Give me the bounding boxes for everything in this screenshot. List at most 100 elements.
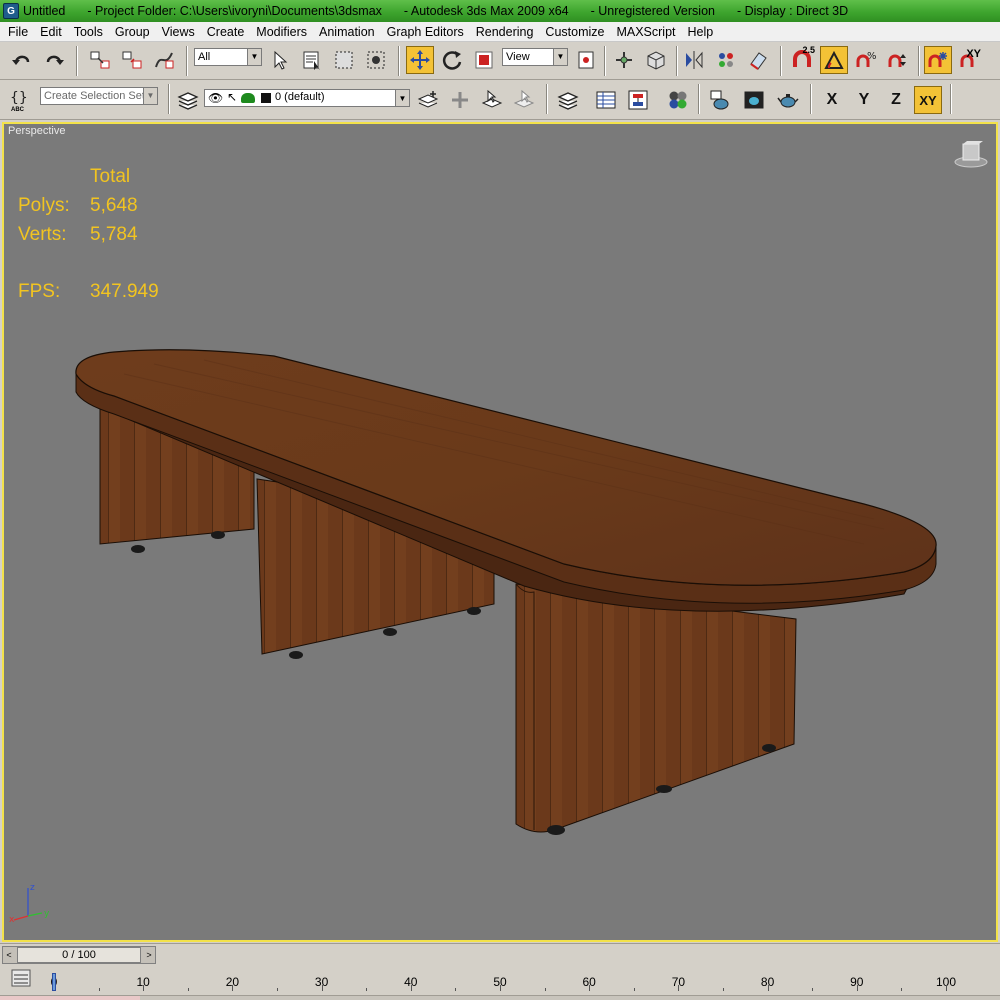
restrict-to-xy-plane-button[interactable]: XY [914,86,942,114]
axis-constraint-xy-button[interactable]: XY [956,46,984,74]
open-mini-curve-editor-button[interactable] [6,967,36,989]
angle-snap-toggle-button[interactable] [820,46,848,74]
mirror-icon [686,51,703,69]
restrict-to-y-button[interactable]: Y [850,86,878,114]
keyboard-shortcut-toggle-button[interactable] [642,46,670,74]
menu-customize[interactable]: Customize [539,25,610,39]
3dsmax-app-icon[interactable]: G [3,3,19,19]
align-button[interactable] [712,46,740,74]
rendered-frame-window-button[interactable] [740,86,768,114]
manage-layers-button[interactable] [554,86,582,114]
selection-filter-dropdown[interactable]: All ▼ [194,48,262,66]
svg-text:{}: {} [10,90,28,106]
percent-snap-toggle-button[interactable]: % [852,46,880,74]
select-and-manipulate-button[interactable] [610,46,638,74]
viewport-statistics: Total Polys: 5,648 Verts: 5,784 FPS: 347… [18,162,218,312]
previous-frame-arrow-icon[interactable]: < [3,947,15,963]
axis-constraint-label: XY [966,48,981,60]
spreadsheet-icon [596,91,616,109]
select-objects-in-layer-button[interactable] [478,86,506,114]
menu-maxscript[interactable]: MAXScript [610,25,681,39]
display-driver-title: - Display : Direct 3D [736,4,849,18]
bind-to-space-warp-button[interactable] [150,46,178,74]
current-frame-marker[interactable] [52,973,56,991]
menu-file[interactable]: File [0,25,34,39]
cursor-arrow-icon [274,50,288,70]
menu-graph-editors[interactable]: Graph Editors [381,25,470,39]
menu-bar: File Edit Tools Group Views Create Modif… [0,22,1000,42]
menu-group[interactable]: Group [109,25,156,39]
reference-coordinate-value: View [506,51,530,63]
spinner-snap-icon [888,54,906,67]
menu-edit[interactable]: Edit [34,25,68,39]
select-and-move-button[interactable] [406,46,434,74]
timeline-tick [544,988,546,991]
material-editor-button[interactable] [664,86,692,114]
chevron-down-icon: ▼ [553,49,567,65]
named-selection-set-dropdown[interactable]: Create Selection Set ▼ [40,87,158,105]
maxscript-listener-strip[interactable] [0,996,140,1000]
layer-dropdown[interactable]: 👁 ↖ 0 (default) ▼ [204,89,410,107]
select-and-scale-button[interactable] [470,46,498,74]
spinner-snap-toggle-button[interactable] [884,46,912,74]
reference-coordinate-dropdown[interactable]: View ▼ [502,48,568,66]
named-selection-sets-button[interactable]: {} ABC [6,86,34,114]
viewcube-home-icon[interactable] [954,140,988,168]
timeline-tick [633,988,635,991]
angle-snap-icon [824,50,844,69]
redo-button[interactable] [40,46,68,74]
graph-editors-button[interactable] [592,86,620,114]
timeline-tick [589,985,591,991]
add-selection-to-layer-button[interactable] [446,86,474,114]
next-frame-arrow-icon[interactable]: > [143,947,155,963]
timeline-tick [856,985,858,991]
snaps-toggle-button[interactable]: 2.5 [788,45,816,74]
menu-animation[interactable]: Animation [313,25,381,39]
cursor-arrow-icon: ↖ [227,90,238,104]
time-slider[interactable]: < 0 / 100 > [2,946,156,964]
create-new-layer-button[interactable] [414,86,442,114]
restrict-to-z-button[interactable]: Z [882,86,910,114]
snap-options-button[interactable] [924,46,952,74]
stats-verts-value: 5,784 [90,224,138,245]
select-and-link-button[interactable] [86,46,114,74]
select-and-rotate-button[interactable] [438,46,466,74]
unlink-selection-button[interactable] [118,46,146,74]
quick-align-button[interactable] [744,46,772,74]
time-slider-thumb[interactable]: 0 / 100 [17,947,141,963]
quick-render-button[interactable] [774,86,802,114]
project-folder-title: - Project Folder: C:\Users\ivoryni\Docum… [87,4,382,18]
menu-tools[interactable]: Tools [68,25,109,39]
document-title: Untitled [23,4,66,18]
timeline-ruler[interactable]: 0102030405060708090100 [50,965,996,993]
timeline-tick [143,985,145,991]
menu-modifiers[interactable]: Modifiers [250,25,313,39]
perspective-viewport[interactable]: Perspective Total Polys: 5,648 Verts: 5,… [2,122,998,942]
timeline-tick [98,988,100,991]
stats-polys-value: 5,648 [90,195,138,216]
schematic-view-button[interactable] [624,86,652,114]
rectangular-selection-button[interactable] [330,46,358,74]
mirror-button[interactable] [680,46,708,74]
set-current-layer-button[interactable] [510,86,538,114]
layer-manager-button[interactable] [174,86,202,114]
menu-views[interactable]: Views [156,25,201,39]
stats-total-header: Total [90,166,131,187]
window-crossing-button[interactable] [362,46,390,74]
menu-create[interactable]: Create [201,25,251,39]
tripod-y-label: y [44,909,50,919]
box-shortcut-icon [647,51,665,70]
select-object-button[interactable] [266,46,294,74]
undo-button[interactable] [8,46,36,74]
render-setup-button[interactable] [706,86,734,114]
restrict-to-x-button[interactable]: X [818,86,846,114]
rotate-icon [442,51,462,70]
pivot-center-button[interactable] [572,46,600,74]
frame-window-icon [744,91,764,109]
selection-filter-value: All [198,51,211,63]
select-by-name-button[interactable] [298,46,326,74]
timeline-tick [455,988,457,991]
menu-rendering[interactable]: Rendering [470,25,540,39]
eraser-icon [750,52,767,70]
menu-help[interactable]: Help [682,25,720,39]
